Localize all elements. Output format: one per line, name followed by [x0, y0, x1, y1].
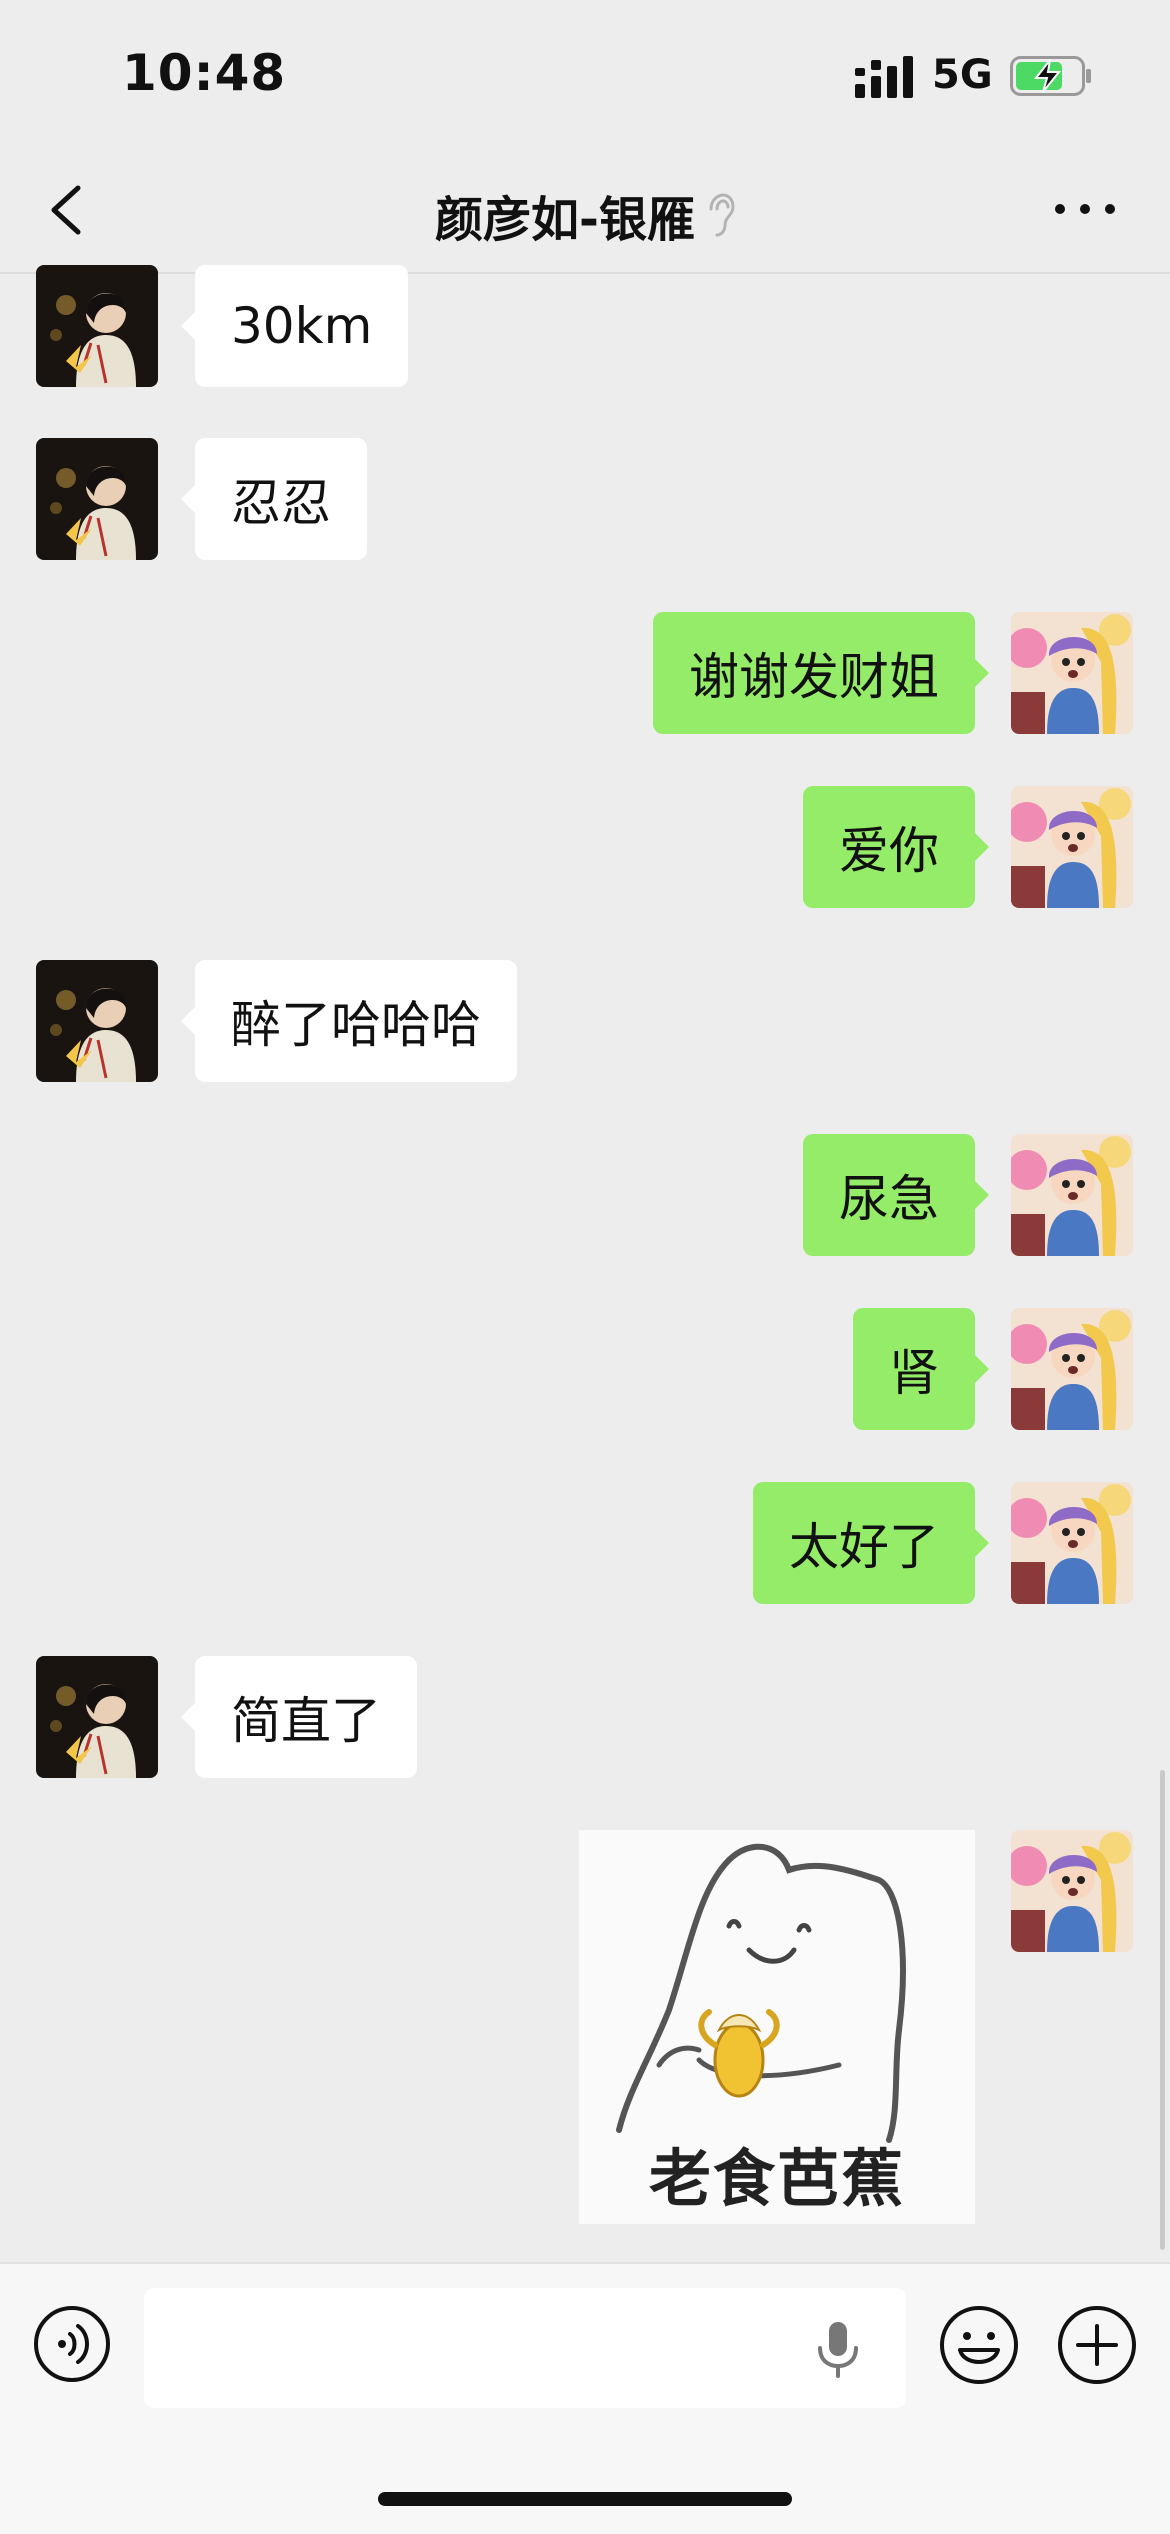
status-bar: 10:48 5G [0, 0, 1170, 150]
input-bar [0, 2262, 1170, 2534]
chat-title: 颜彦如-银雁 [435, 192, 695, 248]
incoming-message-bubble[interactable]: 简直了 [181, 1656, 417, 1778]
my-avatar[interactable] [1011, 612, 1133, 734]
my-avatar[interactable] [1011, 786, 1133, 908]
outgoing-message-bubble[interactable]: 太好了 [753, 1482, 989, 1604]
incoming-message-bubble[interactable]: 忍忍 [181, 438, 367, 560]
outgoing-message-bubble[interactable]: 爱你 [803, 786, 989, 908]
contact-avatar[interactable] [36, 960, 158, 1082]
outgoing-message-bubble[interactable]: 肾 [853, 1308, 989, 1430]
contact-avatar[interactable] [36, 438, 158, 560]
voice-mode-icon[interactable] [32, 2304, 112, 2384]
signal-strength-icon [855, 56, 913, 98]
battery-charging-icon [1010, 56, 1091, 96]
ear-mode-icon [709, 193, 735, 237]
more-actions-plus-icon[interactable] [1056, 2304, 1138, 2386]
incoming-message-bubble[interactable]: 醉了哈哈哈 [181, 960, 517, 1082]
home-indicator [378, 2492, 792, 2506]
outgoing-message-bubble[interactable]: 谢谢发财姐 [653, 612, 989, 734]
sticker-caption: 老食芭蕉 [648, 2142, 905, 2215]
message-input[interactable] [144, 2288, 906, 2408]
scrollbar[interactable] [1160, 1770, 1165, 2250]
my-avatar[interactable] [1011, 1830, 1133, 1952]
network-type: 5G [932, 52, 993, 98]
sticker-message[interactable]: 老食芭蕉 [579, 1830, 975, 2224]
outgoing-message-bubble[interactable]: 尿急 [803, 1134, 989, 1256]
emoji-icon[interactable] [938, 2304, 1020, 2386]
status-time: 10:48 [122, 44, 287, 102]
more-options-icon[interactable] [1050, 194, 1120, 224]
incoming-message-bubble[interactable]: 30km [180, 265, 409, 387]
my-avatar[interactable] [1011, 1482, 1133, 1604]
chat-header: 颜彦如-银雁 [0, 150, 1170, 274]
contact-avatar[interactable] [36, 1656, 158, 1778]
microphone-icon[interactable] [812, 2320, 864, 2380]
my-avatar[interactable] [1011, 1134, 1133, 1256]
my-avatar[interactable] [1011, 1308, 1133, 1430]
contact-avatar[interactable] [36, 265, 158, 387]
